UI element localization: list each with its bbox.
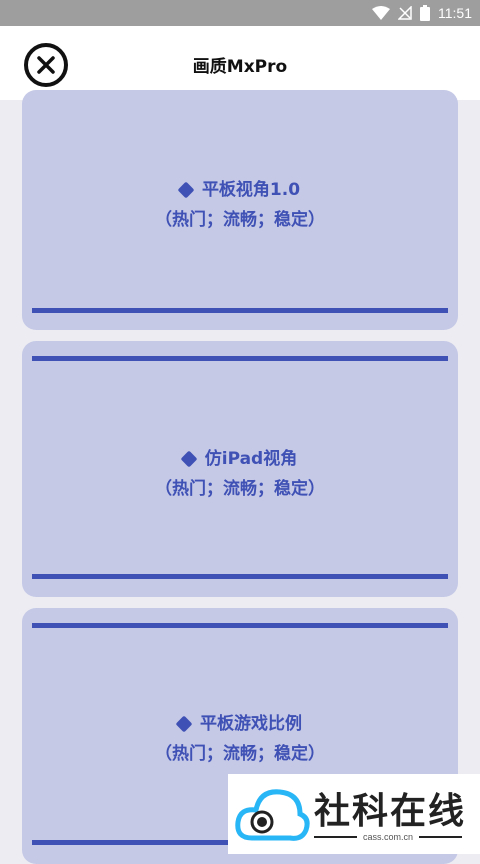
card-title: 平板视角1.0 (201, 180, 301, 200)
card-tags: （热门；流畅；稳定） (155, 210, 325, 230)
watermark: 社科在线 cass.com.cn (228, 774, 480, 854)
no-signal-icon (398, 6, 412, 20)
card-title: 平板游戏比例 (200, 714, 302, 734)
battery-icon (420, 5, 430, 21)
watermark-domain: cass.com.cn (363, 832, 414, 842)
card-divider (32, 308, 448, 313)
diamond-icon (180, 450, 198, 468)
wifi-icon (372, 6, 390, 20)
card-tags: （热门；流畅；稳定） (155, 479, 325, 499)
status-bar: 11:51 (0, 0, 480, 26)
option-card-ipad-view[interactable]: 仿iPad视角 （热门；流畅；稳定） (22, 341, 458, 597)
card-divider (32, 623, 448, 628)
diamond-icon (177, 181, 195, 199)
app-header: 画质MxPro (0, 26, 480, 100)
option-card-tablet-view[interactable]: 平板视角1.0 （热门；流畅；稳定） (22, 90, 458, 330)
watermark-sub: cass.com.cn (314, 832, 463, 842)
diamond-icon (175, 715, 193, 733)
status-icons: 11:51 (372, 3, 472, 23)
card-divider (32, 574, 448, 579)
cloud-eye-logo-icon (235, 789, 310, 841)
card-title: 仿iPad视角 (204, 449, 298, 469)
status-time: 11:51 (438, 5, 472, 21)
watermark-text: 社科在线 (314, 791, 467, 832)
page-title: 画质MxPro (192, 57, 288, 77)
card-tags: （热门；流畅；稳定） (155, 744, 325, 764)
card-divider (32, 356, 448, 361)
